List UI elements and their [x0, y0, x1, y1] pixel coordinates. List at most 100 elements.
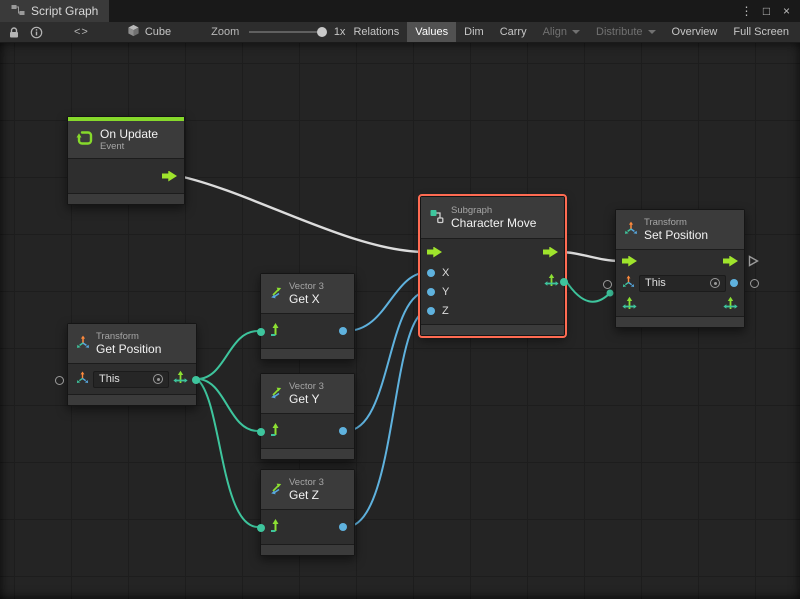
- zoom-label: Zoom: [211, 26, 239, 38]
- node-title: Get Z: [289, 488, 324, 502]
- node-title: On Update: [100, 127, 158, 141]
- node-get-x[interactable]: Vector 3 Get X: [260, 273, 355, 360]
- transform-icon: [76, 335, 90, 352]
- flow-out-port[interactable]: [723, 256, 738, 267]
- distribute-button[interactable]: Distribute: [588, 22, 663, 42]
- vector3-output-icon: [173, 370, 188, 388]
- node-footer: [421, 324, 564, 335]
- vector-input-port[interactable]: [257, 328, 265, 336]
- graph-toolbar: <> Cube Zoom 1x Relations Values Dim Car…: [0, 22, 800, 43]
- node-get-y[interactable]: Vector 3 Get Y: [260, 373, 355, 460]
- node-surtitle: Vector 3: [289, 281, 324, 292]
- node-title: Set Position: [644, 228, 708, 242]
- node-character-move[interactable]: Subgraph Character Move X Y: [420, 196, 565, 336]
- node-footer: [261, 348, 354, 359]
- dim-button[interactable]: Dim: [456, 22, 492, 42]
- node-footer: [616, 316, 744, 327]
- vector3-icon: [269, 285, 283, 302]
- node-on-update[interactable]: On Update Event: [67, 116, 185, 205]
- this-input-port[interactable]: [55, 376, 64, 385]
- vector3-icon: [269, 385, 283, 402]
- value-output-port[interactable]: [339, 523, 347, 531]
- code-icon[interactable]: <>: [74, 26, 89, 38]
- node-surtitle: Vector 3: [289, 477, 324, 488]
- port-label-y: Y: [442, 286, 449, 298]
- flow-in-port[interactable]: [427, 247, 442, 258]
- node-footer: [261, 448, 354, 459]
- transform-mini-icon: [76, 371, 89, 387]
- script-graph-window: Script Graph ⋮ □ × <> Cube Zoom 1x Relat…: [0, 0, 800, 599]
- fullscreen-button[interactable]: Full Screen: [725, 22, 797, 42]
- menu-icon[interactable]: ⋮: [738, 2, 755, 20]
- titlebar: Script Graph ⋮ □ ×: [0, 0, 800, 22]
- values-button[interactable]: Values: [407, 22, 456, 42]
- node-surtitle: Transform: [644, 217, 708, 228]
- script-graph-icon: [11, 4, 25, 19]
- this-object-field[interactable]: This: [639, 275, 726, 292]
- input-port-y[interactable]: [427, 288, 435, 296]
- tab-script-graph[interactable]: Script Graph: [0, 0, 109, 22]
- node-footer: [261, 544, 354, 555]
- flow-in-port[interactable]: [622, 256, 637, 267]
- relations-button[interactable]: Relations: [345, 22, 407, 42]
- vector-input-port[interactable]: [257, 524, 265, 532]
- info-icon[interactable]: [25, 22, 48, 42]
- input-port-x[interactable]: [427, 269, 435, 277]
- cube-icon: [127, 24, 140, 40]
- vector3-output-icon: [723, 296, 738, 314]
- object-picker-icon[interactable]: [710, 278, 720, 288]
- node-set-position[interactable]: Transform Set Position This: [615, 209, 745, 328]
- value-output-port[interactable]: [730, 279, 738, 287]
- vector-output-port[interactable]: [560, 278, 568, 286]
- node-title: Character Move: [451, 216, 536, 230]
- close-icon[interactable]: ×: [778, 2, 795, 20]
- tab-title: Script Graph: [31, 4, 98, 18]
- node-surtitle: Subgraph: [451, 205, 536, 216]
- zoom-slider[interactable]: [249, 31, 326, 33]
- vector3-input-icon: [268, 518, 283, 536]
- this-object-field[interactable]: This: [93, 371, 169, 388]
- object-name: Cube: [145, 26, 171, 38]
- this-input-port[interactable]: [603, 280, 612, 289]
- on-update-loop-icon: [76, 129, 94, 150]
- flow-out-port[interactable]: [543, 247, 558, 258]
- node-title: Get Position: [96, 342, 161, 356]
- vector-input-port[interactable]: [257, 428, 265, 436]
- vector-output-port[interactable]: [192, 376, 200, 384]
- object-context[interactable]: Cube: [127, 24, 171, 40]
- node-get-z[interactable]: Vector 3 Get Z: [260, 469, 355, 556]
- node-title: Get X: [289, 292, 324, 306]
- node-title: Get Y: [289, 392, 324, 406]
- node-footer: [68, 193, 184, 204]
- overview-button[interactable]: Overview: [664, 22, 726, 42]
- zoom-slider-knob[interactable]: [317, 27, 327, 37]
- maximize-icon[interactable]: □: [758, 2, 775, 20]
- graph-canvas[interactable]: On Update Event Transform Get Position: [0, 43, 800, 599]
- vector3-input-icon: [268, 322, 283, 340]
- vector3-output-icon: [544, 273, 559, 291]
- node-get-position[interactable]: Transform Get Position This: [67, 323, 197, 406]
- input-port-z[interactable]: [427, 307, 435, 315]
- carry-button[interactable]: Carry: [492, 22, 535, 42]
- port-label-z: Z: [442, 305, 449, 317]
- lock-icon[interactable]: [3, 22, 25, 42]
- flow-port-stub-icon[interactable]: [748, 255, 759, 267]
- transform-mini-icon: [622, 275, 635, 291]
- value-output-port[interactable]: [339, 327, 347, 335]
- align-button[interactable]: Align: [535, 22, 588, 42]
- node-surtitle: Transform: [96, 331, 161, 342]
- node-footer: [68, 394, 196, 405]
- this-value: This: [99, 373, 120, 385]
- flow-out-port[interactable]: [162, 171, 177, 182]
- node-surtitle: Vector 3: [289, 381, 324, 392]
- transform-icon: [624, 221, 638, 238]
- this-value: This: [645, 277, 666, 289]
- object-picker-icon[interactable]: [153, 374, 163, 384]
- port-label-x: X: [442, 267, 449, 279]
- zoom-value: 1x: [334, 26, 346, 38]
- value-output-port[interactable]: [339, 427, 347, 435]
- node-subtitle: Event: [100, 141, 158, 152]
- vector3-icon: [269, 481, 283, 498]
- window-controls: ⋮ □ ×: [738, 0, 800, 22]
- value-port-stub[interactable]: [750, 279, 759, 288]
